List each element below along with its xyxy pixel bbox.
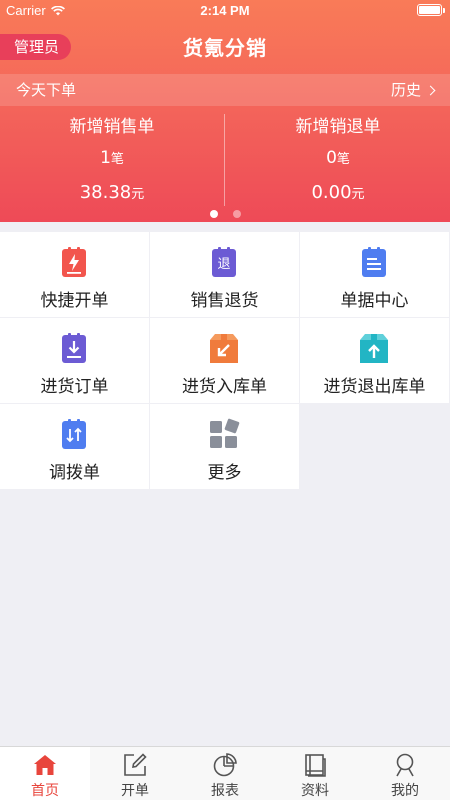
tab-data[interactable]: 资料	[270, 747, 360, 800]
book-icon	[305, 754, 326, 777]
document-center-icon	[362, 247, 386, 277]
more-label: 更多	[207, 463, 242, 483]
today-stats[interactable]: 新增销售单 1笔 38.38元 新增销退单 0笔 0.00元	[0, 108, 450, 208]
tab-bar: 首页 开单 报表 资料 我的	[0, 746, 450, 800]
svg-text:退: 退	[217, 257, 230, 272]
tab-home[interactable]: 首页	[0, 747, 90, 800]
quick-order-button[interactable]: 快捷开单	[0, 232, 149, 317]
stock-in-icon	[210, 334, 238, 363]
new-returns-title: 新增销退单	[295, 117, 381, 137]
today-orders-label: 今天下单	[16, 81, 77, 99]
tab-mine-label: 我的	[391, 783, 419, 799]
tab-order[interactable]: 开单	[90, 747, 180, 800]
history-label: 历史	[390, 81, 421, 99]
chart-icon	[213, 753, 237, 777]
tab-order-label: 开单	[121, 783, 149, 799]
stat-divider	[224, 114, 225, 206]
tab-reports[interactable]: 报表	[180, 747, 270, 800]
page-dot[interactable]	[209, 210, 218, 218]
transfer-order-label: 调拨单	[49, 463, 100, 483]
page-title: 货氪分销	[183, 36, 267, 60]
stock-out-return-icon	[360, 334, 388, 363]
new-sales-title: 新增销售单	[69, 117, 155, 137]
purchase-order-icon	[62, 333, 86, 363]
stock-in-label: 进货入库单	[182, 377, 267, 397]
stock-in-button[interactable]: 进货入库单	[150, 318, 299, 403]
new-returns-stat[interactable]: 新增销退单 0笔 0.00元	[226, 108, 450, 208]
transfer-icon	[62, 419, 86, 449]
more-icon	[210, 418, 240, 448]
sales-return-label: 销售退货	[190, 291, 259, 311]
nav-bar: 管理员 货氪分销	[0, 22, 450, 72]
new-returns-amount: 0.00元	[311, 182, 365, 203]
sales-return-button[interactable]: 退 销售退货	[150, 232, 299, 317]
new-sales-count: 1笔	[100, 148, 124, 168]
new-sales-amount: 38.38元	[79, 182, 145, 203]
today-orders-header: 今天下单 历史	[0, 74, 450, 106]
tab-reports-label: 报表	[211, 783, 239, 799]
page-indicator[interactable]	[0, 210, 450, 218]
stock-out-return-label: 进货退出库单	[323, 377, 426, 397]
user-icon	[396, 753, 414, 777]
tab-mine[interactable]: 我的	[360, 747, 450, 800]
document-center-label: 单据中心	[340, 291, 409, 311]
tab-data-label: 资料	[301, 783, 329, 799]
new-returns-count: 0笔	[326, 148, 350, 168]
hero-panel: Carrier 2:14 PM 管理员 货氪分销 今天下单 历史 新增销售单 1…	[0, 0, 450, 222]
tab-home-label: 首页	[31, 783, 59, 799]
quick-order-icon	[62, 247, 86, 277]
new-sales-stat[interactable]: 新增销售单 1笔 38.38元	[0, 108, 224, 208]
status-bar: Carrier 2:14 PM	[0, 0, 450, 22]
sales-return-icon: 退	[212, 247, 236, 277]
battery-icon	[417, 4, 445, 16]
purchase-order-button[interactable]: 进货订单	[0, 318, 149, 403]
history-link[interactable]: 历史	[390, 74, 436, 106]
chevron-right-icon	[425, 85, 436, 95]
status-time: 2:14 PM	[200, 3, 250, 18]
document-center-button[interactable]: 单据中心	[300, 232, 449, 317]
stock-out-return-button[interactable]: 进货退出库单	[300, 318, 449, 403]
transfer-order-button[interactable]: 调拨单	[0, 404, 149, 489]
home-icon	[34, 755, 56, 775]
purchase-order-label: 进货订单	[40, 377, 109, 397]
quick-order-label: 快捷开单	[40, 291, 109, 311]
page-dot[interactable]	[232, 210, 241, 218]
edit-icon	[124, 753, 147, 776]
more-button[interactable]: 更多	[150, 404, 299, 489]
